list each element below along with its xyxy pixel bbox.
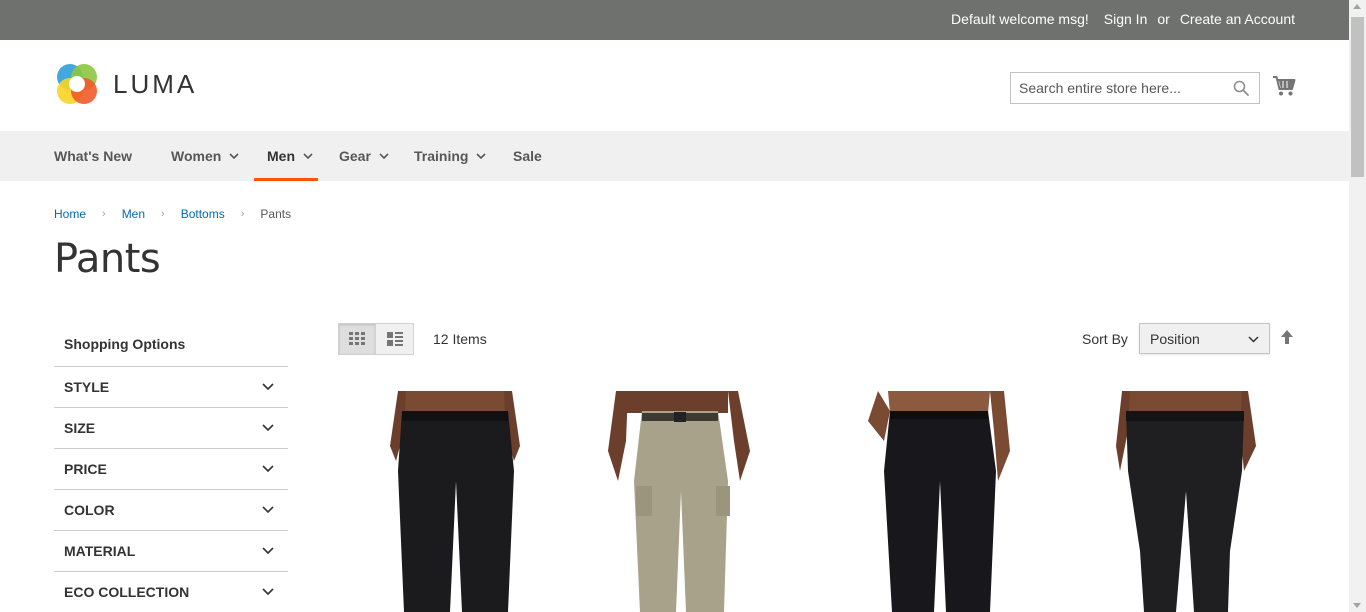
top-panel: Default welcome msg! Sign In or Create a… xyxy=(0,0,1349,40)
chevron-down-icon xyxy=(476,152,487,159)
scroll-up-arrow-icon[interactable] xyxy=(1353,4,1361,9)
header: LUMA xyxy=(0,40,1349,131)
logo-text: LUMA xyxy=(113,68,198,99)
nav-item-label: Training xyxy=(414,148,469,164)
chevron-down-icon xyxy=(262,588,274,596)
breadcrumb-bottoms[interactable]: Bottoms xyxy=(181,207,225,221)
shopping-options-title: Shopping Options xyxy=(54,322,288,367)
chevron-down-icon xyxy=(262,465,274,473)
sign-in-link[interactable]: Sign In xyxy=(1104,11,1148,27)
item-count: 12 Items xyxy=(433,331,487,347)
breadcrumb-separator: › xyxy=(102,208,106,220)
filter-eco-collection[interactable]: ECO COLLECTION xyxy=(54,572,288,612)
chevron-down-icon xyxy=(262,547,274,555)
shopping-cart-icon[interactable] xyxy=(1272,75,1296,97)
sort-by-value: Position xyxy=(1150,330,1200,347)
breadcrumb-separator: › xyxy=(240,208,245,220)
chevron-down-icon xyxy=(229,152,239,159)
filter-price[interactable]: PRICE xyxy=(54,449,288,490)
main-navigation: What's New Women Men Gear Training Sale xyxy=(0,131,1349,181)
product-image[interactable] xyxy=(578,391,818,612)
product-item[interactable] xyxy=(578,391,818,612)
list-icon xyxy=(386,332,403,346)
view-mode-switch xyxy=(338,323,414,355)
filter-material[interactable]: MATERIAL xyxy=(54,531,288,572)
filter-color[interactable]: COLOR xyxy=(54,490,288,531)
sort-by-select[interactable]: Position xyxy=(1139,323,1270,354)
nav-item-whats-new[interactable]: What's New xyxy=(54,131,132,181)
breadcrumb-home[interactable]: Home xyxy=(54,207,86,221)
product-image[interactable] xyxy=(338,391,578,612)
nav-item-women[interactable]: Women xyxy=(171,131,239,181)
breadcrumb: Home › Men › Bottoms › Pants xyxy=(54,207,291,221)
filter-label: COLOR xyxy=(64,502,115,518)
breadcrumb-current: Pants xyxy=(260,207,292,221)
nav-item-gear[interactable]: Gear xyxy=(339,131,389,181)
filter-size[interactable]: SIZE xyxy=(54,408,288,449)
luma-logo-icon xyxy=(57,64,97,104)
search-input[interactable] xyxy=(1011,73,1221,103)
grid-view-button[interactable] xyxy=(338,323,376,355)
chevron-down-icon xyxy=(303,152,313,159)
page-scrollbar[interactable] xyxy=(1349,0,1366,612)
chevron-down-icon xyxy=(262,383,274,391)
product-item[interactable] xyxy=(1058,391,1298,612)
list-view-button[interactable] xyxy=(376,323,414,355)
nav-item-training[interactable]: Training xyxy=(414,131,487,181)
scroll-thumb[interactable] xyxy=(1351,17,1364,177)
sort-by-label: Sort By xyxy=(1082,331,1128,347)
product-item[interactable] xyxy=(818,391,1058,612)
top-links: Default welcome msg! Sign In or Create a… xyxy=(951,11,1295,27)
nav-item-sale[interactable]: Sale xyxy=(513,131,542,181)
logo[interactable]: LUMA xyxy=(55,62,197,106)
grid-icon xyxy=(349,332,365,345)
filter-label: ECO COLLECTION xyxy=(64,584,190,600)
filter-label: MATERIAL xyxy=(64,543,136,559)
page-title: Pants xyxy=(54,236,161,282)
sidebar-filters: Shopping Options STYLE SIZE PRICE COLOR … xyxy=(54,322,288,612)
chevron-down-icon xyxy=(262,506,274,514)
search-icon[interactable] xyxy=(1233,80,1249,96)
nav-item-label: Gear xyxy=(339,148,371,164)
nav-item-men[interactable]: Men xyxy=(254,131,318,181)
chevron-down-icon xyxy=(379,152,389,159)
product-image[interactable] xyxy=(818,391,1058,612)
product-image[interactable] xyxy=(1058,391,1298,612)
breadcrumb-separator: › xyxy=(161,208,165,220)
product-item[interactable] xyxy=(338,391,578,612)
search-box xyxy=(1010,72,1260,104)
filter-label: PRICE xyxy=(64,461,107,477)
filter-style[interactable]: STYLE xyxy=(54,367,288,408)
filter-label: SIZE xyxy=(64,420,96,436)
or-separator: or xyxy=(1157,11,1170,27)
nav-item-label: Sale xyxy=(513,148,542,164)
breadcrumb-men[interactable]: Men xyxy=(122,207,145,221)
nav-item-label: What's New xyxy=(54,148,133,164)
arrow-up-icon[interactable] xyxy=(1280,329,1294,345)
create-account-link[interactable]: Create an Account xyxy=(1180,11,1295,27)
welcome-message: Default welcome msg! xyxy=(951,11,1089,27)
nav-item-label: Women xyxy=(171,148,222,164)
chevron-down-icon xyxy=(262,424,274,432)
chevron-down-icon xyxy=(1248,336,1259,343)
nav-item-label: Men xyxy=(267,148,295,164)
scroll-down-arrow-icon[interactable] xyxy=(1353,603,1361,608)
filter-label: STYLE xyxy=(64,379,110,395)
